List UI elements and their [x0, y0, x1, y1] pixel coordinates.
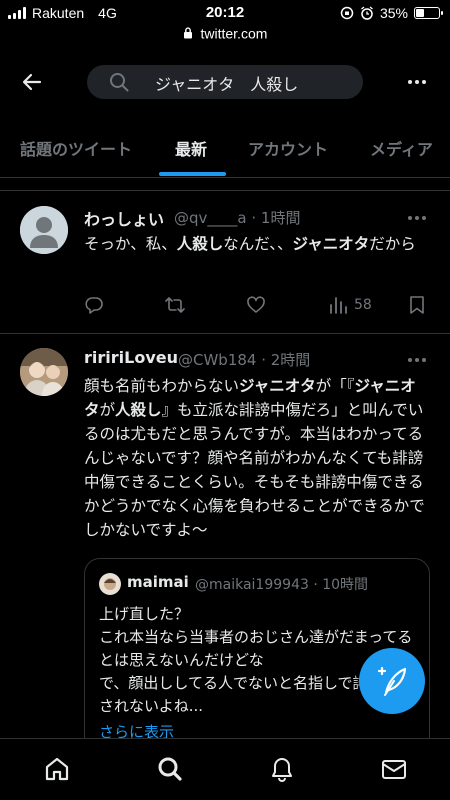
notifications-bell-icon[interactable] [268, 755, 296, 783]
messages-envelope-icon[interactable] [380, 755, 408, 783]
search-input[interactable]: ジャニオタ 人殺し [87, 65, 363, 99]
avatar[interactable] [20, 348, 68, 396]
quoted-avatar [99, 573, 121, 595]
battery-icon [414, 7, 443, 19]
alarm-icon [361, 6, 373, 20]
tweet-author-name[interactable]: riririLoveu [84, 348, 178, 367]
views-button[interactable]: 58 [328, 295, 372, 315]
retweet-button[interactable] [164, 295, 186, 315]
url-bar[interactable]: twitter.com [0, 24, 450, 44]
search-icon[interactable] [156, 755, 184, 783]
views-count: 58 [354, 297, 372, 313]
tweet-author-name[interactable]: わっしょい [84, 206, 164, 230]
tweet-more-icon[interactable] [408, 216, 426, 220]
search-icon [110, 73, 129, 92]
user-photo-icon [20, 348, 68, 396]
like-button[interactable] [246, 295, 266, 315]
quoted-author-handle: @maikai199943 · 10時間 [195, 577, 369, 593]
analytics-icon [330, 297, 347, 314]
bookmark-icon [410, 296, 424, 314]
tab-top[interactable]: 話題のツイート [20, 136, 132, 160]
retweet-icon [165, 297, 185, 313]
tweet-item[interactable]: わっしょい @qv____a · 1時間 そっか、私、人殺しなんだ、、ジャニオタ… [0, 192, 450, 332]
search-header: ジャニオタ 人殺し [0, 44, 450, 124]
compose-tweet-button[interactable] [359, 648, 425, 714]
tweet-text: 顔も名前もわからないジャニオタが「『ジャニオタが人殺し』も立派な誹謗中傷だろ」と… [84, 377, 425, 539]
orientation-lock-icon [340, 6, 354, 20]
divider [0, 190, 450, 191]
more-options-icon[interactable] [408, 80, 426, 84]
url-text: twitter.com [200, 25, 268, 42]
tab-people[interactable]: アカウント [248, 136, 328, 160]
tweet-text: そっか、私、人殺しなんだ、、ジャニオタだから [84, 235, 416, 253]
tab-latest[interactable]: 最新 [175, 136, 207, 160]
tab-media[interactable]: メディア [370, 136, 433, 160]
user-photo-icon [99, 573, 121, 595]
active-tab-indicator [159, 172, 226, 176]
bottom-navigation [0, 738, 450, 800]
home-icon[interactable] [43, 755, 71, 783]
tweet-more-icon[interactable] [408, 358, 426, 362]
heart-icon [247, 296, 265, 313]
avatar[interactable] [20, 206, 68, 254]
tweet-author-handle: @CWb184 · 2時間 [178, 351, 311, 369]
compose-feather-icon [377, 666, 407, 696]
tweet-actions: 58 [84, 295, 430, 319]
lock-icon [183, 27, 192, 39]
reply-button[interactable] [84, 295, 104, 315]
quoted-author-name: maimai [127, 573, 189, 591]
bookmark-button[interactable] [408, 295, 426, 315]
status-right: 35% [340, 5, 443, 21]
search-tabs: 話題のツイート 最新 アカウント メディア [0, 124, 450, 178]
search-query-text: ジャニオタ 人殺し [155, 75, 299, 94]
default-avatar-icon [20, 206, 68, 254]
tweet-author-handle: @qv____a · 1時間 [174, 209, 301, 227]
battery-percent: 35% [379, 5, 408, 21]
back-arrow-icon[interactable] [20, 70, 44, 94]
reply-icon [85, 297, 103, 314]
